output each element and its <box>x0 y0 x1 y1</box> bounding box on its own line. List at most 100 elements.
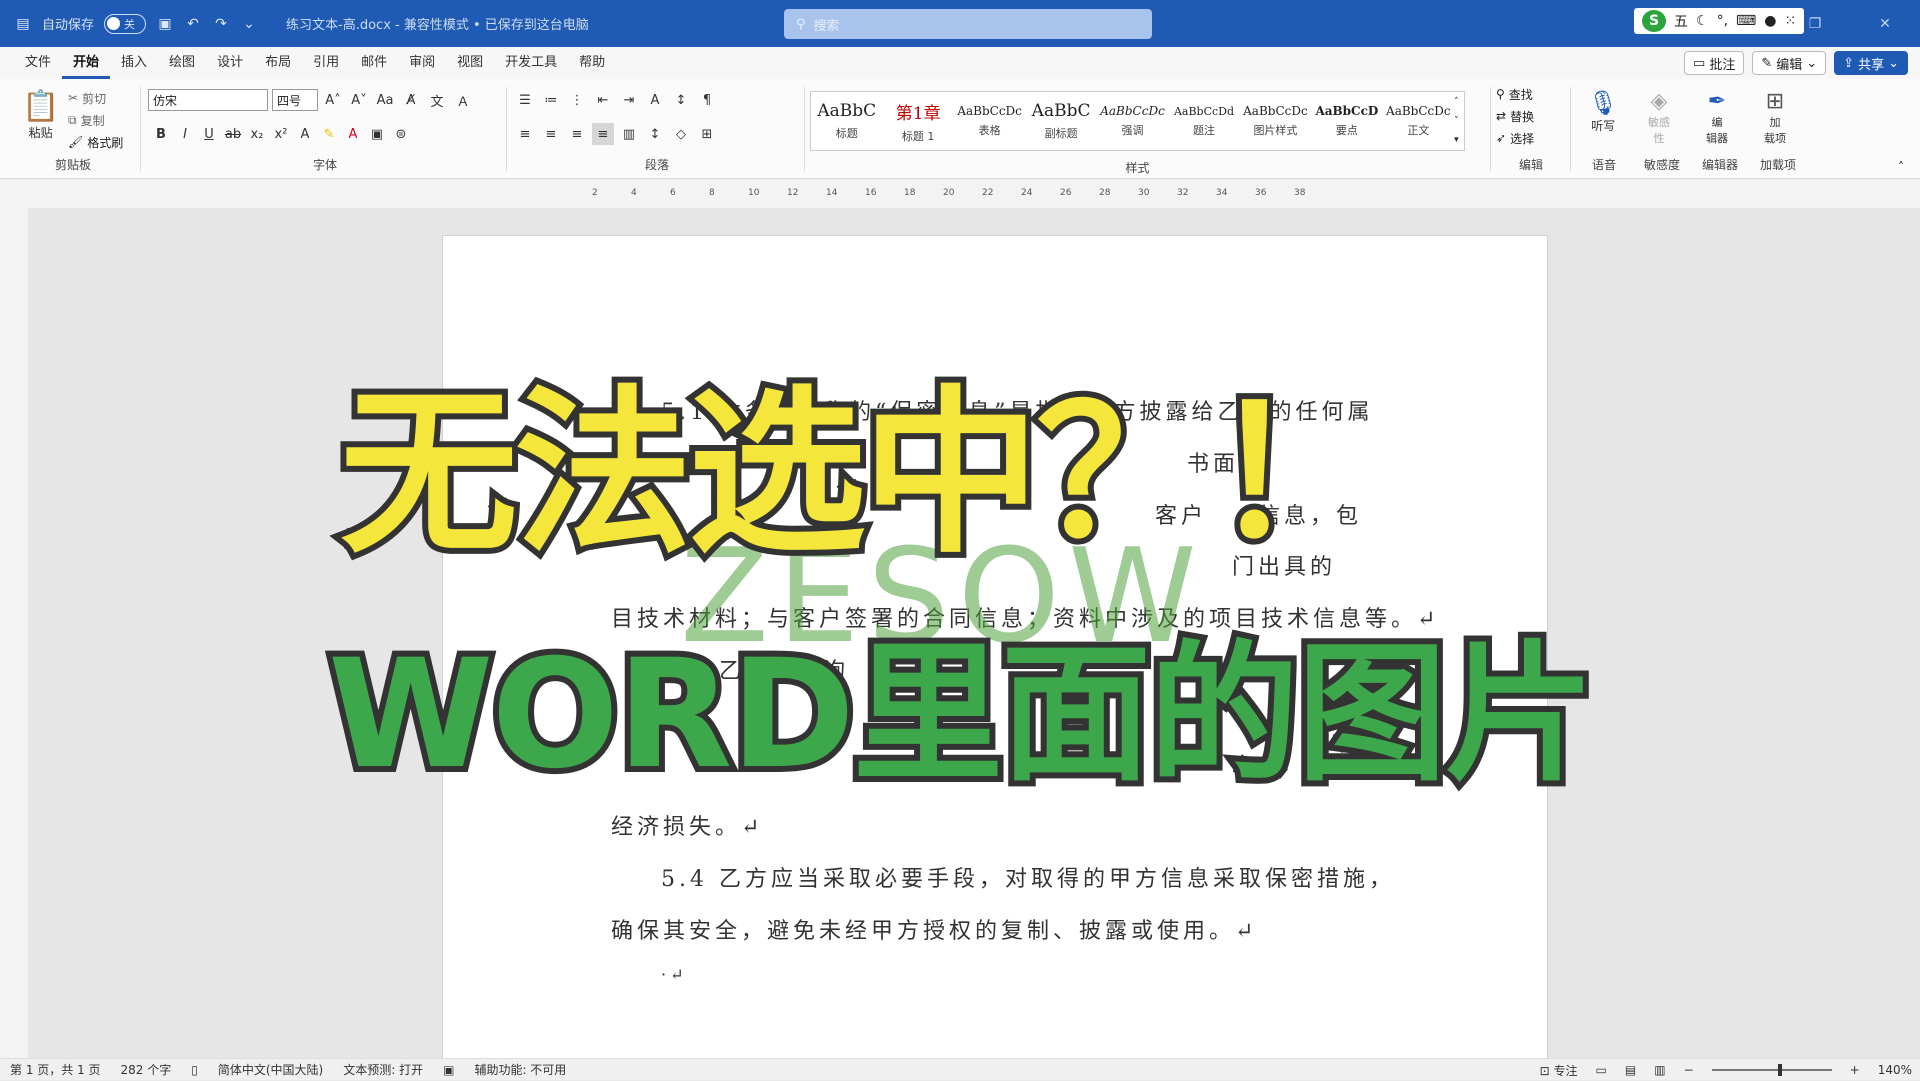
tab-view[interactable]: 视图 <box>446 47 494 79</box>
doc-line[interactable]: 5.4 乙方应当采取必要手段，对取得的甲方信息采取保密措施， <box>661 861 1395 893</box>
distributed-icon[interactable]: ▥ <box>618 123 640 145</box>
justify-icon[interactable]: ≡ <box>592 123 614 145</box>
save-icon[interactable]: ▣ <box>156 15 174 33</box>
keyboard-icon[interactable]: ⌨ <box>1736 13 1756 29</box>
italic-icon[interactable]: I <box>174 123 196 145</box>
chevron-down-icon[interactable]: ˅ <box>1454 116 1464 126</box>
style-title[interactable]: AaBbC 标题 <box>811 92 882 150</box>
punctuation-icon[interactable]: °, <box>1717 13 1728 29</box>
style-key-point[interactable]: AaBbCcD 要点 <box>1311 92 1382 150</box>
cut-button[interactable]: ✂ 剪切 <box>68 87 123 109</box>
sogou-ime-icon[interactable]: S <box>1642 10 1666 32</box>
shrink-font-icon[interactable]: A˅ <box>348 89 370 111</box>
focus-mode-button[interactable]: ⊡ 专注 <box>1540 1062 1578 1079</box>
proofing-icon[interactable]: ▯ <box>191 1063 198 1077</box>
tab-references[interactable]: 引用 <box>302 47 350 79</box>
share-button[interactable]: ⇪ 共享 ⌄ <box>1834 51 1908 75</box>
copy-button[interactable]: ⧉ 复制 <box>68 109 123 131</box>
show-marks-icon[interactable]: ¶ <box>696 89 718 111</box>
moon-icon[interactable]: ☾ <box>1696 13 1709 29</box>
tab-design[interactable]: 设计 <box>206 47 254 79</box>
align-left-icon[interactable]: ≡ <box>514 123 536 145</box>
editing-mode-button[interactable]: ✎ 编辑 ⌄ <box>1752 51 1827 75</box>
chevron-up-icon[interactable]: ˄ <box>1454 97 1464 107</box>
decrease-indent-icon[interactable]: ⇤ <box>592 89 614 111</box>
format-painter-button[interactable]: 🖌 格式刷 <box>68 131 123 153</box>
close-icon[interactable]: ✕ <box>1850 16 1920 32</box>
superscript-icon[interactable]: x² <box>270 123 292 145</box>
style-subtitle[interactable]: AaBbC 副标题 <box>1025 92 1096 150</box>
multilevel-list-icon[interactable]: ⋮ <box>566 89 588 111</box>
sort-icon[interactable]: ↕ <box>670 89 692 111</box>
phonetic-guide-icon[interactable]: 文 <box>426 89 448 111</box>
line-spacing-icon[interactable]: ↕ <box>644 123 666 145</box>
horizontal-ruler[interactable]: 2 4 6 8 10 12 14 16 18 20 22 24 26 28 30 32 34 36 38 <box>0 180 1920 208</box>
tab-help[interactable]: 帮助 <box>568 47 616 79</box>
style-picture[interactable]: AaBbCcDc 图片样式 <box>1240 92 1311 150</box>
shading-icon[interactable]: ◇ <box>670 123 692 145</box>
font-name-select[interactable]: 仿宋 <box>148 89 268 111</box>
word-count[interactable]: 282 个字 <box>121 1061 172 1078</box>
text-predictions[interactable]: 文本预测: 打开 <box>343 1061 423 1078</box>
word-app-icon[interactable]: ▤ <box>14 15 32 33</box>
style-normal[interactable]: AaBbCcDc 正文 <box>1383 92 1454 150</box>
customize-qat-icon[interactable]: ⌄ <box>240 15 258 33</box>
tab-review[interactable]: 审阅 <box>398 47 446 79</box>
bullets-icon[interactable]: ☰ <box>514 89 536 111</box>
font-color-icon[interactable]: A <box>342 123 364 145</box>
select-button[interactable]: ➶ 选择 <box>1496 127 1566 149</box>
undo-icon[interactable]: ↶ <box>184 15 202 33</box>
paste-button[interactable]: 📋 粘贴 <box>22 89 59 141</box>
tab-home[interactable]: 开始 <box>62 47 111 79</box>
tab-developer[interactable]: 开发工具 <box>494 47 568 79</box>
subscript-icon[interactable]: x₂ <box>246 123 268 145</box>
enclose-char-icon[interactable]: ⊜ <box>390 123 412 145</box>
style-emphasis[interactable]: AaBbCcDc 强调 <box>1097 92 1168 150</box>
style-heading-1[interactable]: 第1章 标题 1 <box>882 92 953 150</box>
highlight-icon[interactable]: ✎ <box>318 123 340 145</box>
user-icon[interactable]: ● <box>1764 13 1776 29</box>
strikethrough-icon[interactable]: ab <box>222 123 244 145</box>
styles-scroll[interactable]: ˄ ˅ ▾ <box>1454 92 1464 150</box>
sensitivity-button[interactable]: ◈ 敏感 性 <box>1648 89 1670 146</box>
clear-format-icon[interactable]: A̸ <box>400 89 422 111</box>
change-case-icon[interactable]: Aa <box>374 89 396 111</box>
doc-line[interactable]: 确保其安全，避免未经甲方授权的复制、披露或使用。↵ <box>611 913 1257 945</box>
dictate-button[interactable]: 🎙 听写 <box>1588 89 1618 134</box>
zoom-slider[interactable] <box>1711 1064 1832 1076</box>
accessibility-status[interactable]: 辅助功能: 不可用 <box>474 1061 566 1078</box>
collapse-ribbon-icon[interactable]: ˄ <box>1898 160 1904 174</box>
numbering-icon[interactable]: ≔ <box>540 89 562 111</box>
tab-draw[interactable]: 绘图 <box>158 47 206 79</box>
tab-layout[interactable]: 布局 <box>254 47 302 79</box>
autosave-toggle[interactable]: 关 <box>104 13 147 34</box>
increase-indent-icon[interactable]: ⇥ <box>618 89 640 111</box>
vertical-ruler[interactable] <box>0 208 28 1058</box>
web-layout-icon[interactable]: ▥ <box>1654 1063 1665 1077</box>
find-button[interactable]: ⚲ 查找 <box>1496 83 1566 105</box>
document-title[interactable]: 练习文本-高.docx - 兼容性模式 • 已保存到这台电脑 <box>286 14 589 33</box>
addins-button[interactable]: ⊞ 加 载项 <box>1764 89 1786 146</box>
borders-icon[interactable]: ⊞ <box>696 123 718 145</box>
asian-layout-icon[interactable]: A <box>644 89 666 111</box>
page-count[interactable]: 第 1 页，共 1 页 <box>10 1061 101 1078</box>
editor-button[interactable]: ✒ 编 辑器 <box>1706 89 1728 146</box>
search-input[interactable]: ⚲ 搜索 <box>784 9 1152 39</box>
zoom-level[interactable]: 140% <box>1878 1063 1912 1077</box>
font-size-select[interactable]: 四号 <box>272 89 318 111</box>
track-changes-icon[interactable]: ▣ <box>443 1063 454 1077</box>
restore-icon[interactable]: ❐ <box>1780 16 1850 32</box>
align-center-icon[interactable]: ≡ <box>540 123 562 145</box>
ime-toolbar[interactable]: S 五 ☾ °, ⌨ ● ⁙ <box>1634 8 1805 34</box>
underline-icon[interactable]: U <box>198 123 220 145</box>
align-right-icon[interactable]: ≡ <box>566 123 588 145</box>
bold-icon[interactable]: B <box>150 123 172 145</box>
language-status[interactable]: 简体中文(中国大陆) <box>218 1061 323 1078</box>
style-caption[interactable]: AaBbCcDd 题注 <box>1168 92 1239 150</box>
tab-insert[interactable]: 插入 <box>110 47 158 79</box>
grow-font-icon[interactable]: A˄ <box>322 89 344 111</box>
doc-line[interactable]: ·↵ <box>661 965 688 984</box>
more-icon[interactable]: ▾ <box>1454 135 1464 145</box>
zoom-out-icon[interactable]: − <box>1684 1063 1694 1077</box>
zoom-in-icon[interactable]: + <box>1850 1063 1860 1077</box>
